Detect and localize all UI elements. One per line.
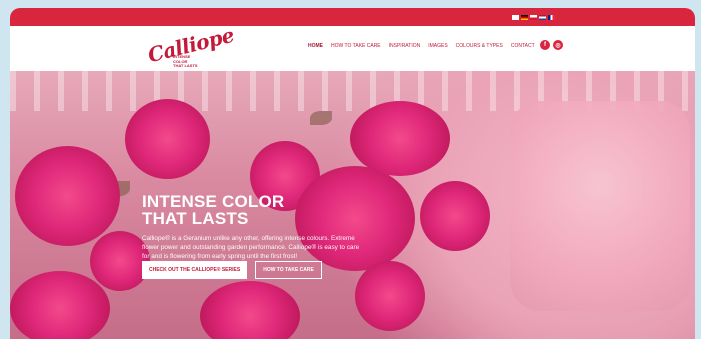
flower-cluster: [420, 181, 490, 251]
hero-actions: CHECK OUT THE CALLIOPE® SERIES HOW TO TA…: [142, 261, 322, 279]
nav-item-images[interactable]: IMAGES: [428, 43, 447, 49]
instagram-icon[interactable]: ◎: [553, 40, 563, 50]
flag-nl-icon[interactable]: [539, 14, 546, 20]
flower-cluster: [125, 99, 210, 179]
flower-cluster: [15, 146, 120, 246]
flag-fr-icon[interactable]: [548, 14, 555, 20]
how-to-take-care-button[interactable]: HOW TO TAKE CARE: [255, 261, 322, 279]
flower-cluster: [350, 101, 450, 176]
language-switcher: [512, 14, 555, 20]
nav-item-colours-types[interactable]: COLOURS & TYPES: [456, 43, 503, 49]
browser-page: Calliope INTENSE COLOR THAT LASTS HOME H…: [10, 8, 695, 339]
nav-item-contact[interactable]: CONTACT: [511, 43, 535, 49]
flag-pl-icon[interactable]: [530, 14, 537, 20]
leaf-decoration: [310, 111, 332, 125]
flag-de-icon[interactable]: [521, 14, 528, 20]
main-nav: HOME HOW TO TAKE CARE INSPIRATION IMAGES…: [308, 43, 535, 49]
nav-item-how-to-take-care[interactable]: HOW TO TAKE CARE: [331, 43, 381, 49]
nav-item-home[interactable]: HOME: [308, 43, 323, 49]
flower-cluster: [10, 271, 110, 339]
calliope-logo[interactable]: Calliope INTENSE COLOR THAT LASTS: [141, 23, 236, 69]
flag-en-icon[interactable]: [512, 14, 519, 20]
hero-heading: INTENSE COLOR THAT LASTS: [142, 192, 285, 228]
check-out-series-button[interactable]: CHECK OUT THE CALLIOPE® SERIES: [142, 261, 248, 279]
social-links: f ◎: [540, 40, 563, 50]
hero-description: Calliope® is a Geranium unlike any other…: [142, 235, 360, 260]
site-header: Calliope INTENSE COLOR THAT LASTS HOME H…: [10, 23, 695, 71]
top-bar: [10, 8, 695, 26]
hero-banner: INTENSE COLOR THAT LASTS Calliope® is a …: [10, 71, 695, 339]
hero-background-cushion: [510, 101, 690, 311]
flower-cluster: [90, 231, 150, 291]
nav-item-inspiration[interactable]: INSPIRATION: [389, 43, 421, 49]
facebook-icon[interactable]: f: [540, 40, 550, 50]
flower-cluster: [200, 281, 300, 339]
logo-tagline: INTENSE COLOR THAT LASTS: [173, 54, 198, 68]
